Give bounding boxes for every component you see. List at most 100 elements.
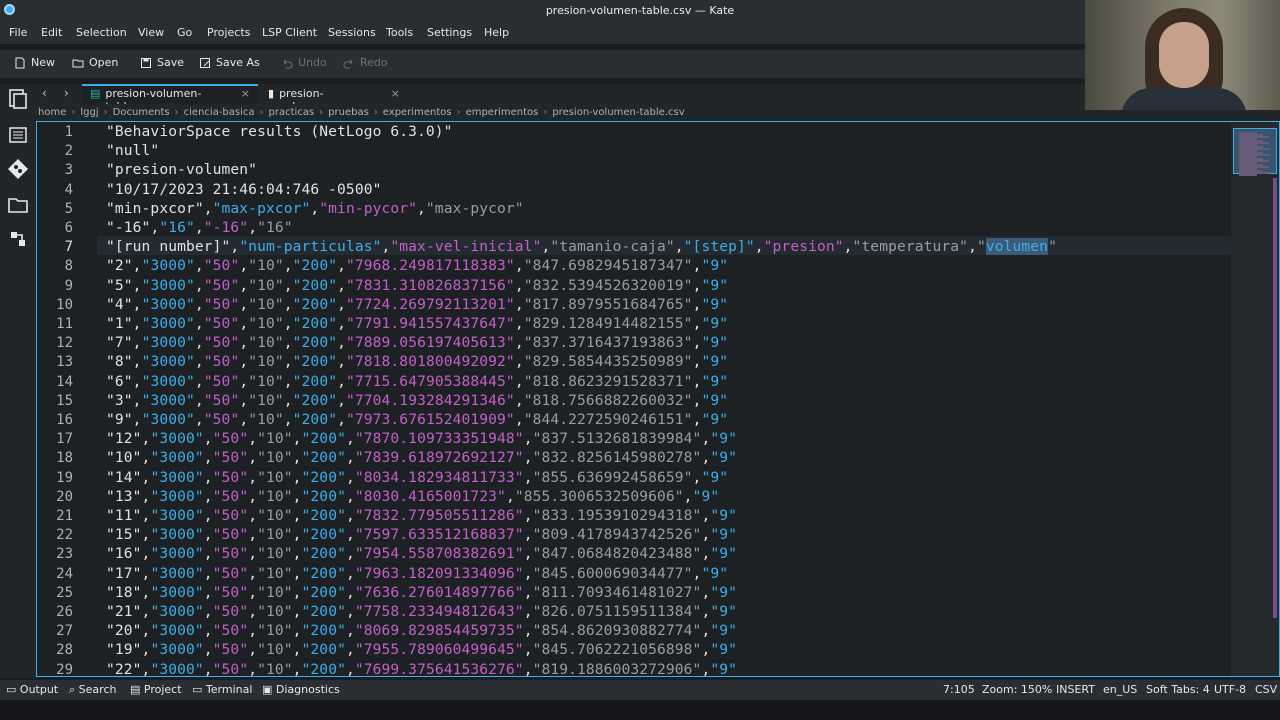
code-line[interactable]: "12","3000","50","10","200","7870.109733…	[106, 430, 737, 447]
breadcrumb-item[interactable]: home	[38, 107, 66, 118]
back-arrow-icon[interactable]: ‹	[42, 86, 47, 100]
code-line[interactable]: "18","3000","50","10","200","7636.276014…	[106, 584, 737, 601]
redo-icon	[343, 57, 355, 69]
line-number: 5	[64, 200, 73, 217]
forward-arrow-icon[interactable]: ›	[64, 86, 69, 100]
save-button[interactable]: Save	[140, 56, 184, 69]
minimap[interactable]	[1231, 122, 1279, 676]
code-line[interactable]: "14","3000","50","10","200","8034.182934…	[106, 469, 728, 486]
indentation-setting[interactable]: Soft Tabs: 4	[1146, 683, 1210, 696]
menu-projects[interactable]: Projects	[207, 26, 250, 39]
menu-go[interactable]: Go	[177, 26, 192, 39]
symbols-panel-icon[interactable]	[7, 228, 29, 250]
save-as-label: Save As	[216, 56, 260, 69]
documents-panel-icon[interactable]	[7, 88, 29, 110]
code-line[interactable]: "2","3000","50","10","200","7968.2498171…	[106, 257, 728, 274]
breadcrumb-item[interactable]: lggj	[80, 107, 98, 118]
file-type[interactable]: CSV	[1255, 683, 1277, 696]
code-line[interactable]: "[run number]","num-particulas","max-vel…	[106, 238, 1057, 256]
save-as-button[interactable]: Save As	[199, 56, 260, 69]
undo-label: Undo	[298, 56, 327, 69]
scrollbar[interactable]	[1273, 178, 1277, 618]
csv-file-icon: ▤	[90, 87, 101, 100]
file-browser-panel-icon[interactable]	[7, 194, 29, 216]
terminal-button[interactable]: ▭ Terminal	[192, 683, 252, 696]
code-line[interactable]: "21","3000","50","10","200","7758.233494…	[106, 603, 737, 620]
close-icon[interactable]: ×	[241, 87, 250, 104]
menu-view[interactable]: View	[138, 26, 164, 39]
breadcrumb-item[interactable]: pruebas	[328, 107, 369, 118]
code-line[interactable]: "22","3000","50","10","200","7699.375641…	[106, 661, 737, 676]
menu-tools[interactable]: Tools	[386, 26, 413, 39]
tab-presion-volumen-table-csv[interactable]: ▤ presion-volumen-table.csv ×	[82, 84, 258, 113]
search-label: Search	[78, 683, 117, 696]
line-number: 11	[56, 316, 73, 332]
output-button[interactable]: ▭ Output	[6, 683, 58, 696]
code-line[interactable]: "8","3000","50","10","200","7818.8018004…	[106, 353, 728, 370]
cursor-position[interactable]: 7:105	[943, 683, 975, 696]
git-panel-icon[interactable]	[7, 158, 29, 180]
code-line[interactable]: "20","3000","50","10","200","8069.829854…	[106, 622, 737, 639]
line-number: 18	[56, 450, 73, 467]
code-line[interactable]: "1","3000","50","10","200","7791.9415574…	[106, 315, 728, 332]
breadcrumb-item[interactable]: experimentos	[383, 107, 452, 118]
redo-button[interactable]: Redo	[343, 56, 388, 69]
open-button[interactable]: Open	[72, 56, 118, 69]
line-number: 2	[64, 143, 73, 160]
code-line[interactable]: "19","3000","50","10","200","7955.789060…	[106, 641, 737, 658]
code-line[interactable]: "6","3000","50","10","200","7715.6479053…	[106, 373, 728, 390]
code-line[interactable]: "5","3000","50","10","200","7831.3108268…	[106, 277, 728, 294]
code-line[interactable]: "16","3000","50","10","200","7954.558708…	[106, 545, 737, 562]
code-line[interactable]: "7","3000","50","10","200","7889.0561974…	[106, 334, 728, 351]
menu-help[interactable]: Help	[484, 26, 509, 39]
line-number: 17	[56, 431, 73, 448]
line-number: 23	[56, 546, 73, 563]
breadcrumb-item[interactable]: emperimentos	[466, 107, 539, 118]
code-line[interactable]: "-16","16","-16","16"	[106, 219, 293, 236]
menu-file[interactable]: File	[9, 26, 27, 39]
line-number: 1	[64, 124, 73, 140]
new-button[interactable]: New	[14, 56, 55, 69]
code-line[interactable]: "13","3000","50","10","200","8030.416500…	[106, 488, 719, 505]
encoding[interactable]: UTF-8	[1214, 683, 1246, 696]
bottom-strip	[0, 700, 1280, 720]
breadcrumb-item[interactable]: ciencia-basica	[184, 107, 255, 118]
code-line[interactable]: "4","3000","50","10","200","7724.2697921…	[106, 296, 728, 313]
output-label: Output	[19, 683, 59, 696]
menu-edit[interactable]: Edit	[41, 26, 62, 39]
breadcrumb-item[interactable]: presion-volumen-table.csv	[552, 107, 684, 118]
code-line[interactable]: "11","3000","50","10","200","7832.779505…	[106, 507, 737, 524]
close-icon[interactable]: ×	[391, 87, 400, 104]
search-button[interactable]: ⌕ Search	[69, 683, 116, 697]
text-selection[interactable]: volumen	[985, 238, 1049, 256]
tab-presion-volumen-py[interactable]: ▮ presion-volumen.py ×	[260, 84, 408, 113]
breadcrumb-separator: ›	[543, 107, 548, 118]
save-as-icon	[199, 57, 211, 69]
code-line[interactable]: "BehaviorSpace results (NetLogo 6.3.0)"	[106, 123, 453, 140]
code-line[interactable]: "9","3000","50","10","200","7973.6761524…	[106, 411, 728, 428]
project-button[interactable]: ▤ Project	[130, 683, 182, 696]
input-mode[interactable]: INSERT	[1056, 683, 1095, 696]
code-line[interactable]: "10","3000","50","10","200","7839.618972…	[106, 449, 737, 466]
undo-button[interactable]: Undo	[281, 56, 327, 69]
zoom-level[interactable]: Zoom: 150%	[982, 683, 1052, 696]
code-line[interactable]: "10/17/2023 21:46:04:746 -0500"	[106, 181, 381, 198]
spell-language[interactable]: en_US	[1103, 683, 1137, 696]
menu-lsp-client[interactable]: LSP Client	[262, 26, 317, 39]
project-panel-icon[interactable]	[7, 124, 29, 146]
code-line[interactable]: "presion-volumen"	[106, 161, 257, 178]
code-line[interactable]: "min-pxcor","max-pxcor","min-pycor","max…	[106, 200, 524, 217]
breadcrumb-separator: ›	[103, 107, 108, 118]
breadcrumb-item[interactable]: practicas	[269, 107, 315, 118]
code-line[interactable]: "15","3000","50","10","200","7597.633512…	[106, 526, 737, 543]
code-line[interactable]: "3","3000","50","10","200","7704.1932842…	[106, 392, 728, 409]
diagnostics-button[interactable]: ▣ Diagnostics	[262, 683, 340, 696]
code-line[interactable]: "17","3000","50","10","200","7963.182091…	[106, 565, 728, 582]
menu-sessions[interactable]: Sessions	[328, 26, 376, 39]
breadcrumb-item[interactable]: Documents	[113, 107, 170, 118]
menu-selection[interactable]: Selection	[76, 26, 127, 39]
editor-view[interactable]: 1 2 3 4 5 6 7 8 9 10 11 12 13 14 15 16 17 18 19 20 21 22 23 24 2…	[36, 121, 1280, 677]
save-label: Save	[157, 56, 185, 69]
code-line[interactable]: "null"	[106, 142, 159, 159]
menu-settings[interactable]: Settings	[427, 26, 472, 39]
